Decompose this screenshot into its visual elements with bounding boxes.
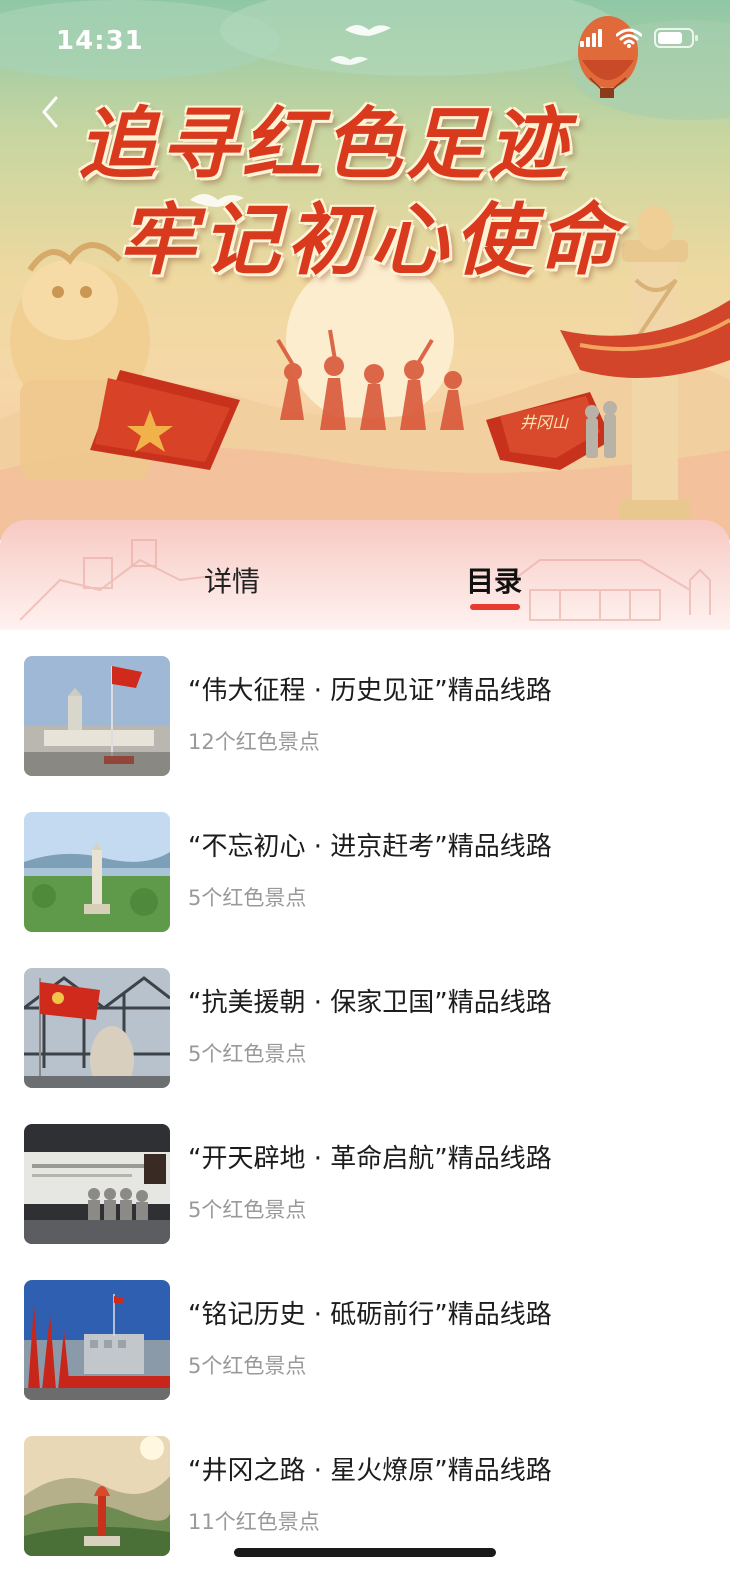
route-thumbnail-coastal-monument: [24, 812, 170, 932]
battery-icon: [654, 28, 698, 52]
route-spot-count: 5个红色景点: [188, 1042, 307, 1066]
tab-catalog[interactable]: 目录: [466, 560, 522, 600]
home-indicator[interactable]: [234, 1548, 496, 1557]
route-spot-count: 11个红色景点: [188, 1510, 320, 1534]
tabs-background-decoration: [19, 539, 711, 621]
route-item[interactable]: “井冈之路 · 星火燎原”精品线路 11个红色景点: [0, 1410, 730, 1560]
route-thumbnail-bridge-flag: [24, 968, 170, 1088]
route-spot-count: 5个红色景点: [188, 1198, 307, 1222]
route-spot-count: 5个红色景点: [188, 886, 307, 910]
hero-banner: 井冈山 14:31 追寻红色足迹 牢记初心使命: [0, 0, 730, 540]
back-button[interactable]: [30, 92, 70, 136]
route-title: “不忘初心 · 进京赶考”精品线路: [188, 832, 552, 862]
route-title: “开天辟地 · 革命启航”精品线路: [188, 1144, 552, 1174]
status-time: 14:31: [56, 26, 144, 56]
route-item[interactable]: “铭记历史 · 砥砺前行”精品线路 5个红色景点: [0, 1254, 730, 1404]
route-thumbnail-square-monument: [24, 656, 170, 776]
status-icons: [580, 28, 698, 52]
wifi-icon: [615, 28, 643, 52]
route-thumbnail-museum-exhibit: [24, 1124, 170, 1244]
tabs-bar: 详情 目录: [0, 520, 730, 630]
route-title: “伟大征程 · 历史见证”精品线路: [188, 676, 552, 706]
route-item[interactable]: “开天辟地 · 革命启航”精品线路 5个红色景点: [0, 1098, 730, 1248]
signal-icon: [580, 29, 604, 51]
route-title: “铭记历史 · 砥砺前行”精品线路: [188, 1300, 552, 1330]
chevron-left-icon: [40, 95, 60, 133]
route-spot-count: 12个红色景点: [188, 730, 320, 754]
route-item[interactable]: “伟大征程 · 历史见证”精品线路 12个红色景点: [0, 630, 730, 780]
route-title: “井冈之路 · 星火燎原”精品线路: [188, 1456, 552, 1486]
route-thumbnail-red-sculptures: [24, 1280, 170, 1400]
route-spot-count: 5个红色景点: [188, 1354, 307, 1378]
route-title: “抗美援朝 · 保家卫国”精品线路: [188, 988, 552, 1018]
route-thumbnail-mountain-monument: [24, 1436, 170, 1556]
hero-title-line-2: 牢记初心使命: [118, 195, 623, 286]
app-screen: 井冈山 14:31 追寻红色足迹 牢记初心使命 详情 目录 “伟大征程 · 历史…: [0, 0, 730, 1580]
active-tab-indicator: [470, 604, 520, 610]
route-item[interactable]: “抗美援朝 · 保家卫国”精品线路 5个红色景点: [0, 942, 730, 1092]
tab-details[interactable]: 详情: [204, 560, 260, 600]
route-item[interactable]: “不忘初心 · 进京赶考”精品线路 5个红色景点: [0, 786, 730, 936]
monument-sign-text: 井冈山: [520, 413, 569, 432]
